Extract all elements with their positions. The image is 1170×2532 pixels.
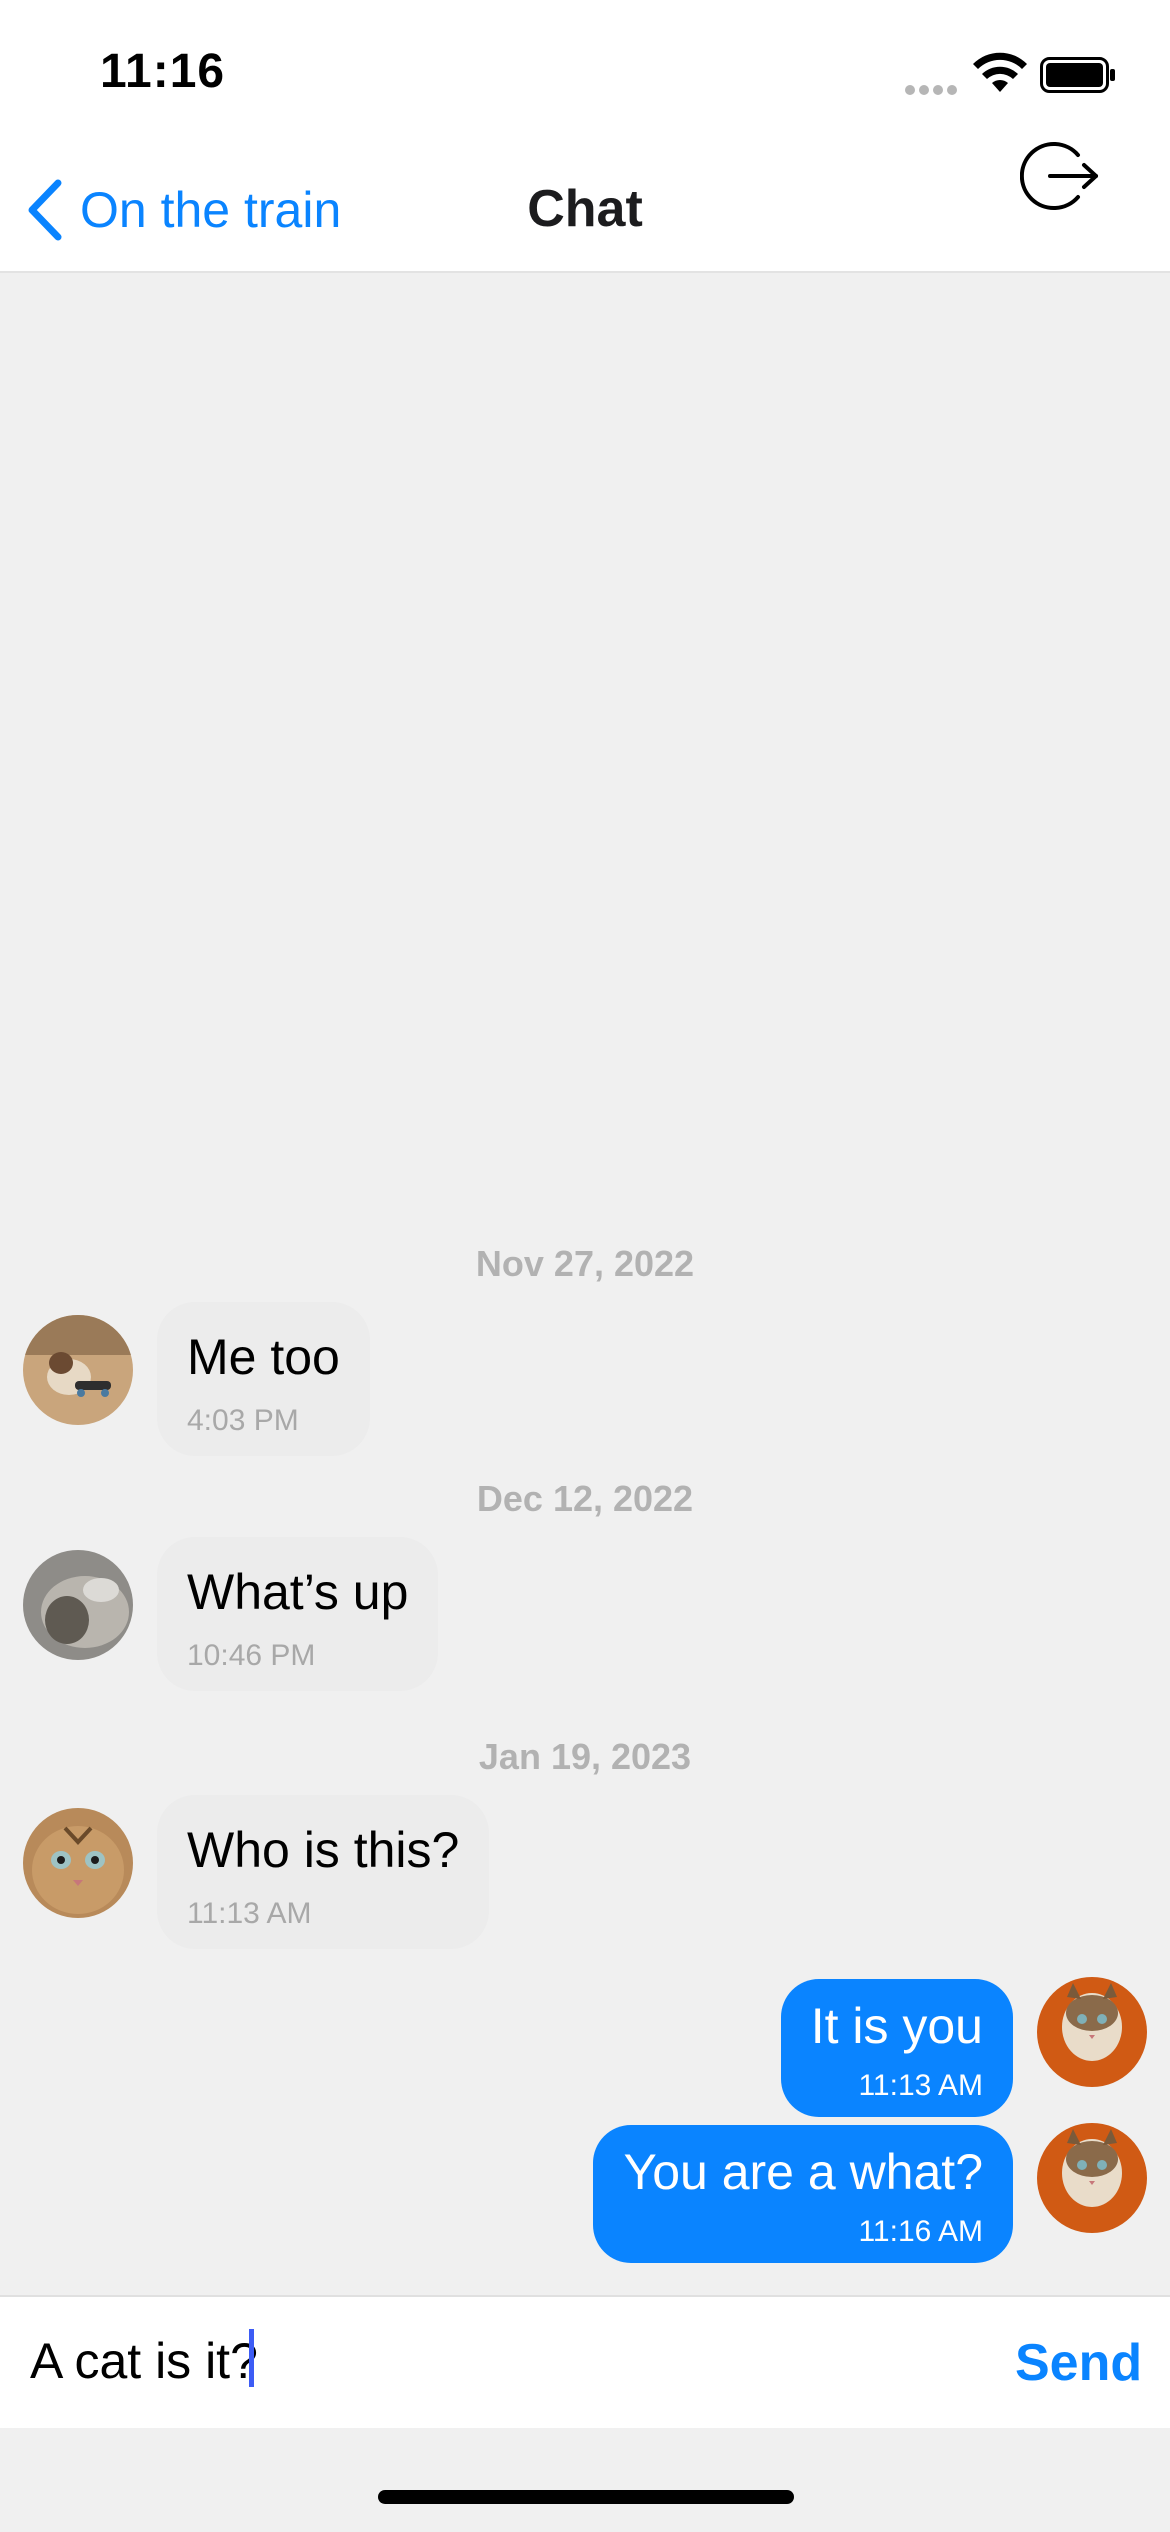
status-bar: 11:16: [0, 0, 1170, 135]
message-time: 11:16 AM: [858, 2215, 983, 2248]
outgoing-message-bubble[interactable]: It is you 11:13 AM: [780, 1979, 1013, 2117]
date-separator: Nov 27, 2022: [475, 1243, 695, 1284]
logout-button[interactable]: [1019, 135, 1102, 217]
text-caret: [249, 2329, 254, 2387]
navigation-bar: On the train Chat: [0, 135, 1170, 273]
message-time: 11:13 AM: [858, 2069, 983, 2102]
home-area: [0, 2428, 1170, 2532]
incoming-message-bubble[interactable]: Who is this? 11:13 AM: [157, 1795, 490, 1949]
wifi-icon: [973, 52, 1027, 92]
message-time: 10:46 PM: [187, 1639, 316, 1672]
gray-cat-avatar[interactable]: [23, 1550, 133, 1660]
message-time: 4:03 PM: [187, 1404, 299, 1437]
cellular-signal-icon: [905, 82, 961, 100]
message-text: You are a what?: [623, 2144, 983, 2200]
battery-icon: [1040, 57, 1115, 93]
tabby-cat-orange-avatar[interactable]: [1037, 2123, 1147, 2233]
message-text: It is you: [810, 1998, 983, 2054]
logout-icon: [1019, 142, 1098, 210]
date-separator: Dec 12, 2022: [476, 1478, 694, 1519]
tabby-cat-avatar[interactable]: [23, 1808, 133, 1918]
incoming-message-bubble[interactable]: Me too 4:03 PM: [157, 1302, 370, 1456]
page-title: Chat: [527, 180, 643, 238]
message-input[interactable]: [30, 2321, 980, 2401]
message-composer: Send: [0, 2295, 1170, 2428]
outgoing-message-bubble[interactable]: You are a what? 11:16 AM: [593, 2125, 1013, 2263]
message-time: 11:13 AM: [187, 1897, 312, 1930]
date-separator: Jan 19, 2023: [478, 1736, 692, 1777]
message-text: Who is this?: [187, 1822, 460, 1878]
message-text: Me too: [187, 1329, 340, 1385]
incoming-message-bubble[interactable]: What’s up 10:46 PM: [157, 1537, 439, 1691]
send-button[interactable]: Send: [1015, 2333, 1142, 2393]
status-time: 11:16: [100, 45, 226, 98]
message-text: What’s up: [187, 1564, 409, 1620]
chat-screen: 11:16 On the train Chat Nov 27, 2022 Me …: [0, 0, 1170, 2532]
dog-skateboard-avatar[interactable]: [23, 1315, 133, 1425]
message-list[interactable]: Nov 27, 2022 Me too 4:03 PM Dec 12, 2022: [0, 275, 1170, 2295]
tabby-cat-orange-avatar[interactable]: [1037, 1977, 1147, 2087]
home-indicator[interactable]: [378, 2490, 794, 2504]
